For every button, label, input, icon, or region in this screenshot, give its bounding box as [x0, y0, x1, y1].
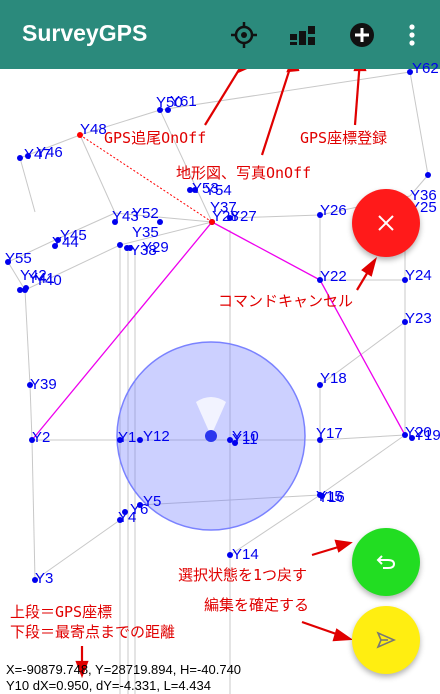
- survey-point-label: Y55: [5, 250, 32, 267]
- survey-point-label: Y4: [118, 509, 137, 526]
- app-bar: SurveyGPS: [0, 0, 440, 69]
- survey-point-label: Y38: [130, 242, 157, 259]
- survey-point-label: Y46: [36, 144, 63, 161]
- survey-point-marker[interactable]: [117, 242, 123, 248]
- survey-point-label: Y40: [35, 272, 62, 289]
- gps-follow-button[interactable]: [226, 17, 262, 53]
- survey-point-label: Y39: [30, 376, 57, 393]
- gps-target-icon: [231, 22, 257, 48]
- annotation-lower-line: 下段＝最寄点までの距離: [10, 623, 176, 641]
- annotation-gps-follow: GPS追尾OnOff: [104, 129, 207, 147]
- overflow-menu-button[interactable]: [396, 17, 428, 53]
- annotation-upper-line: 上段＝GPS座標: [10, 603, 113, 621]
- add-circle-icon: [350, 23, 374, 47]
- app-title: SurveyGPS: [22, 20, 148, 46]
- close-icon: [378, 215, 394, 231]
- status-nearest-distance: Y10 dX=0.950, dY=-4.331, L=4.434: [6, 678, 211, 693]
- survey-point-marker[interactable]: [25, 153, 31, 159]
- undo-selection-button[interactable]: [352, 528, 420, 596]
- survey-point-label: Y27: [230, 208, 257, 225]
- survey-point-label: Y22: [320, 268, 347, 285]
- survey-point-label: Y23: [405, 310, 432, 327]
- annotation-command-cancel: コマンドキャンセル: [218, 292, 354, 310]
- annotation-gps-register: GPS座標登録: [300, 129, 388, 147]
- survey-point-label: Y19: [414, 427, 440, 444]
- survey-point-label: Y14: [232, 546, 259, 563]
- gps-register-button[interactable]: [344, 17, 380, 53]
- annotation-terrain-photo: 地形図、写真OnOff: [176, 164, 312, 182]
- survey-point-label: Y1: [118, 429, 137, 446]
- survey-point-label: Y3: [35, 570, 54, 587]
- survey-point-marker[interactable]: [23, 285, 29, 291]
- survey-point-label: Y24: [405, 267, 432, 284]
- survey-point-label: Y62: [412, 60, 439, 77]
- terrain-photo-icon: [290, 26, 315, 45]
- undo-icon: [376, 555, 396, 569]
- survey-point-label: Y11: [232, 431, 258, 448]
- annotation-confirm-edit: 編集を確定する: [204, 596, 310, 614]
- survey-point-label: Y26: [320, 202, 347, 219]
- command-cancel-button[interactable]: [352, 189, 420, 257]
- survey-point-label: Y43: [112, 208, 139, 225]
- survey-point-label: Y2: [32, 429, 51, 446]
- survey-point-marker[interactable]: [192, 187, 198, 193]
- more-vert-icon: [409, 24, 415, 46]
- survey-point-label: Y17: [316, 425, 343, 442]
- confirm-edit-button[interactable]: [352, 606, 420, 674]
- survey-point-label: Y48: [80, 121, 107, 138]
- annotation-undo-selection: 選択状態を1つ戻す: [178, 566, 308, 584]
- survey-point-label: Y12: [143, 428, 170, 445]
- survey-point-label: Y54: [205, 182, 232, 199]
- survey-point-marker[interactable]: [425, 172, 431, 178]
- survey-point-label: Y44: [52, 234, 79, 251]
- status-gps-coordinates: X=-90879.748, Y=28719.894, H=-40.740: [6, 662, 242, 677]
- survey-point-marker[interactable]: [17, 155, 23, 161]
- terrain-photo-toggle-button[interactable]: [284, 17, 320, 53]
- survey-point-label: Y18: [320, 370, 347, 387]
- survey-point-label: Y16: [318, 489, 345, 506]
- send-icon: [376, 631, 396, 649]
- survey-point-label: Y61: [170, 93, 197, 110]
- survey-point-label: Y35: [132, 224, 159, 241]
